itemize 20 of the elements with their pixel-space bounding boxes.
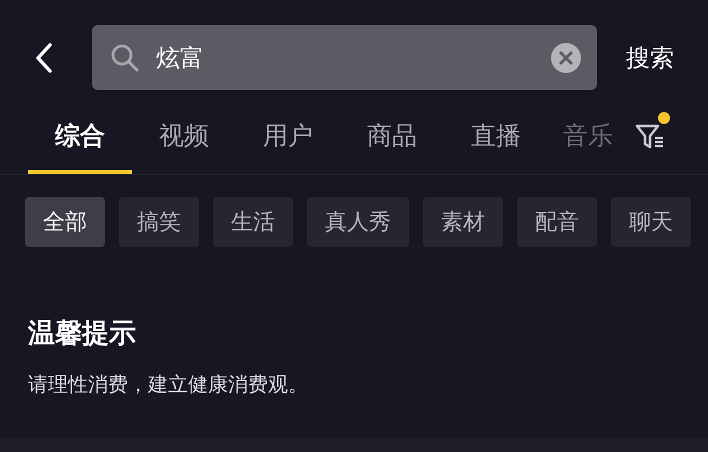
- category-chip[interactable]: 搞笑: [119, 197, 199, 247]
- search-query: 炫富: [156, 42, 204, 74]
- back-icon[interactable]: [33, 42, 55, 74]
- notice-text: 请理性消费，建立健康消费观。: [28, 371, 309, 398]
- notice-title: 温馨提示: [28, 317, 137, 351]
- category-chip[interactable]: 生活: [213, 197, 293, 247]
- tab[interactable]: 直播: [444, 119, 548, 174]
- category-chip[interactable]: 聊天: [611, 197, 691, 247]
- category-chip[interactable]: 配音: [517, 197, 597, 247]
- clear-icon[interactable]: [551, 42, 581, 72]
- search-icon: [110, 42, 140, 72]
- category-chip[interactable]: 全部: [25, 197, 105, 247]
- tab[interactable]: 商品: [340, 119, 444, 174]
- tab[interactable]: 综合: [28, 119, 132, 174]
- search-field[interactable]: 炫富: [92, 25, 597, 90]
- category-chip[interactable]: 真人秀: [307, 197, 409, 247]
- tab[interactable]: 用户: [236, 119, 340, 174]
- category-chip[interactable]: 素材: [423, 197, 503, 247]
- search-button[interactable]: 搜索: [626, 42, 674, 74]
- tab[interactable]: 视频: [132, 119, 236, 174]
